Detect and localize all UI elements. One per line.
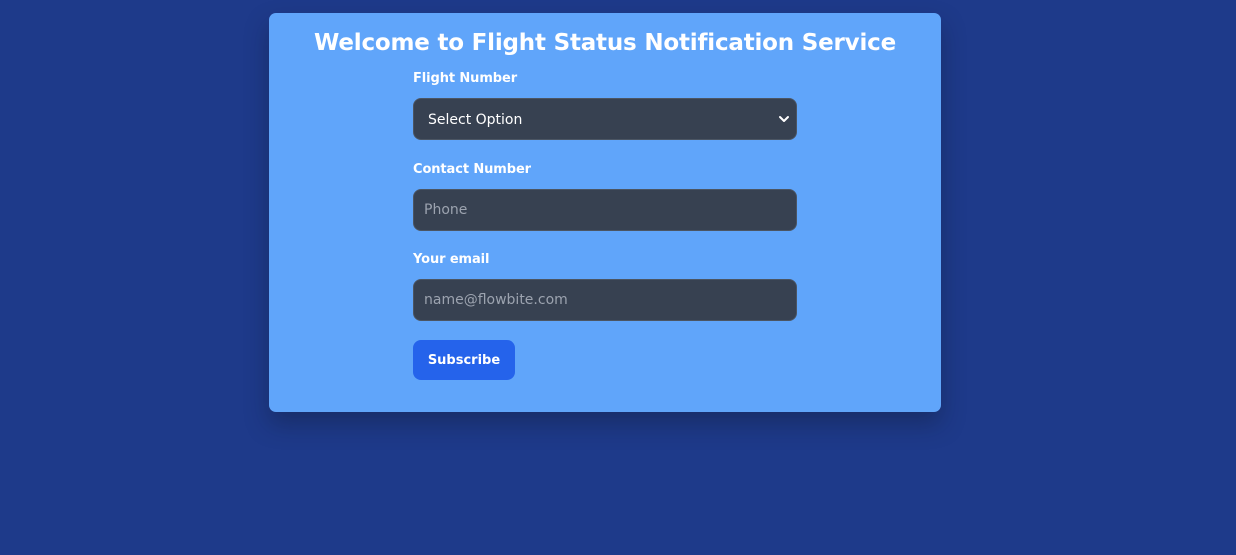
contact-number-input[interactable] [414,190,796,230]
page-title: Welcome to Flight Status Notification Se… [314,30,896,56]
contact-number-label: Contact Number [413,162,531,177]
chevron-down-icon [779,116,789,122]
flight-number-select[interactable]: Select Option [413,98,797,140]
flight-number-label: Flight Number [413,71,518,86]
flight-number-selected-value: Select Option [428,112,523,128]
contact-number-input-wrapper [413,189,797,231]
subscribe-button[interactable]: Subscribe [413,340,515,380]
email-field: Your email [413,252,797,321]
email-input-wrapper [413,279,797,321]
email-input[interactable] [414,280,796,320]
subscription-card: Welcome to Flight Status Notification Se… [269,13,941,412]
email-label: Your email [413,252,490,267]
flight-number-field: Flight Number Select Option [413,71,797,140]
contact-number-field: Contact Number [413,162,797,231]
